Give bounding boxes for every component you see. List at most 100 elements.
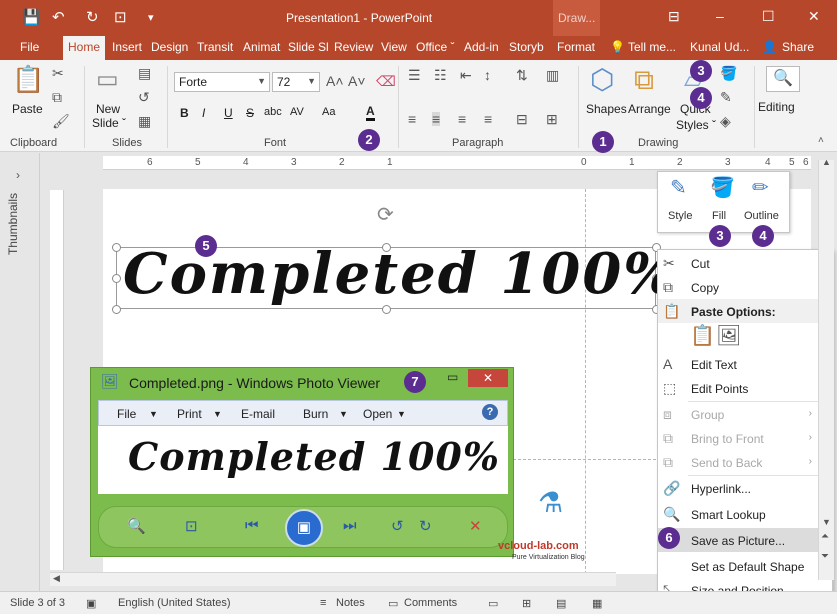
- paste-icon[interactable]: 📋: [12, 66, 44, 92]
- new-slide-label[interactable]: New: [96, 102, 120, 116]
- menu-send-to-back[interactable]: ⧉ Send to Back ›: [658, 450, 832, 474]
- slideshow-view-icon[interactable]: ▦: [592, 597, 602, 610]
- menu-save-as-picture[interactable]: Save as Picture...: [658, 528, 832, 552]
- case-button[interactable]: Aa: [322, 106, 335, 118]
- shape-fill-icon[interactable]: 🪣: [720, 66, 737, 80]
- pv-menu-file[interactable]: File: [117, 407, 136, 421]
- tab-view[interactable]: View: [381, 40, 407, 54]
- ribbon-display-button[interactable]: ⊟: [668, 8, 680, 25]
- rotate-left-icon[interactable]: ↺: [391, 517, 404, 535]
- italic-button[interactable]: I: [202, 106, 205, 120]
- previous-icon[interactable]: ⏮: [245, 517, 259, 534]
- menu-copy[interactable]: ⧉ Copy: [658, 275, 832, 299]
- menu-bring-to-front[interactable]: ⧉ Bring to Front ›: [658, 426, 832, 450]
- mini-style-button[interactable]: Style: [668, 210, 692, 222]
- delete-icon[interactable]: ✕: [469, 517, 482, 535]
- scroll-left-icon[interactable]: ◀: [53, 574, 60, 583]
- scroll-down-icon[interactable]: ▼: [822, 518, 831, 527]
- expand-thumbnails-icon[interactable]: ›: [16, 169, 20, 181]
- slideshow-icon[interactable]: ▣: [285, 509, 323, 547]
- font-name-combo[interactable]: Forte ▼: [174, 72, 270, 92]
- mini-fill-button[interactable]: Fill: [712, 210, 726, 222]
- copy-icon[interactable]: ⧉: [52, 90, 62, 104]
- bold-button[interactable]: B: [180, 106, 189, 120]
- paste-keep-text-icon[interactable]: 📋: [690, 326, 715, 346]
- pv-close-button[interactable]: ✕: [468, 369, 508, 387]
- decrease-indent-icon[interactable]: ⇤: [460, 68, 472, 82]
- thumbnails-label[interactable]: Thumbnails: [6, 193, 20, 255]
- clear-format-icon[interactable]: ⌫: [376, 74, 396, 88]
- spacing-button[interactable]: AV: [290, 106, 304, 118]
- reading-view-icon[interactable]: ▤: [556, 597, 566, 610]
- tab-design[interactable]: Design: [151, 40, 188, 54]
- quick-styles-dropdown[interactable]: Styles ˇ: [676, 118, 716, 132]
- menu-group[interactable]: ⧈ Group ›: [658, 402, 832, 426]
- align-text-icon[interactable]: ⊟: [516, 112, 528, 126]
- tab-file[interactable]: File: [20, 40, 39, 54]
- shapes-icon[interactable]: ⬡: [590, 66, 614, 94]
- collapse-ribbon-icon[interactable]: ˄: [818, 136, 824, 146]
- section-icon[interactable]: ▦: [138, 114, 151, 128]
- rotate-right-icon[interactable]: ↻: [419, 517, 432, 535]
- style-icon[interactable]: ✎: [670, 178, 687, 198]
- resize-handle[interactable]: [112, 305, 121, 314]
- reset-icon[interactable]: ↺: [138, 90, 150, 104]
- actual-size-icon[interactable]: ⊡: [185, 517, 198, 535]
- comments-button[interactable]: Comments: [404, 597, 457, 609]
- paste-button[interactable]: Paste: [12, 102, 43, 116]
- mini-outline-button[interactable]: Outline: [744, 210, 779, 222]
- strike-button[interactable]: S: [246, 106, 254, 120]
- tab-home[interactable]: Home: [63, 36, 106, 60]
- pv-menu-open[interactable]: Open: [363, 407, 392, 421]
- menu-hyperlink[interactable]: 🔗 Hyperlink...: [658, 476, 832, 500]
- menu-cut[interactable]: ✂ Cut: [658, 251, 832, 275]
- close-button[interactable]: ✕: [808, 8, 820, 25]
- redo-icon[interactable]: ↻: [86, 8, 99, 26]
- new-slide-dropdown[interactable]: Slide ˇ: [92, 116, 126, 130]
- new-slide-icon[interactable]: ▭: [96, 68, 119, 92]
- tab-animations[interactable]: Animat: [243, 40, 280, 54]
- tell-me-search[interactable]: Tell me...: [628, 40, 676, 54]
- justify-icon[interactable]: ≡: [484, 112, 492, 126]
- shape-outline-icon[interactable]: ✎: [720, 90, 732, 104]
- next-slide-icon[interactable]: ⏷: [821, 552, 829, 562]
- previous-slide-icon[interactable]: ⏶: [821, 532, 829, 542]
- tab-office[interactable]: Office ˇ: [416, 40, 454, 54]
- font-color-button[interactable]: A: [366, 104, 375, 121]
- line-spacing-icon[interactable]: ↕: [484, 68, 491, 82]
- slide-sorter-icon[interactable]: ⊞: [522, 597, 531, 610]
- vertical-scrollbar[interactable]: ▲ ▼ ⏶ ⏷: [818, 158, 834, 580]
- outline-icon[interactable]: ✏: [752, 178, 769, 198]
- pv-menu-burn[interactable]: Burn: [303, 407, 328, 421]
- shapes-button[interactable]: Shapes: [586, 102, 627, 116]
- spelling-icon[interactable]: ▣: [86, 597, 96, 610]
- paste-picture-icon[interactable]: 🖼: [716, 326, 741, 346]
- tab-review[interactable]: Review: [334, 40, 373, 54]
- cut-icon[interactable]: ✂: [52, 66, 64, 80]
- rotate-handle-icon[interactable]: ⟳: [377, 205, 394, 225]
- tab-storyboard[interactable]: Storyb: [509, 40, 544, 54]
- customize-qat-icon[interactable]: ▾: [148, 11, 154, 24]
- tab-slideshow[interactable]: Slide Sl: [288, 40, 329, 54]
- menu-edit-points[interactable]: ⬚ Edit Points: [658, 376, 832, 400]
- columns-icon[interactable]: ▥: [546, 68, 559, 82]
- present-icon[interactable]: ⊡: [114, 8, 127, 26]
- shrink-font-icon[interactable]: A˅: [348, 74, 366, 88]
- text-direction-icon[interactable]: ⇅: [516, 68, 528, 82]
- editing-button[interactable]: Editing: [758, 100, 795, 114]
- help-icon[interactable]: ?: [482, 404, 498, 420]
- tab-insert[interactable]: Insert: [112, 40, 142, 54]
- next-icon[interactable]: ⏭: [343, 517, 357, 534]
- language-indicator[interactable]: English (United States): [118, 597, 231, 609]
- numbering-icon[interactable]: ☷: [434, 68, 447, 82]
- pv-minimize-icon[interactable]: ▭: [447, 371, 458, 383]
- align-center-icon[interactable]: ≡: [432, 112, 441, 126]
- normal-view-icon[interactable]: ▭: [488, 597, 498, 610]
- tab-transitions[interactable]: Transit: [197, 40, 233, 54]
- pv-menu-print[interactable]: Print: [177, 407, 202, 421]
- notes-button[interactable]: Notes: [336, 597, 365, 609]
- resize-handle[interactable]: [112, 274, 121, 283]
- menu-smart-lookup[interactable]: 🔍 Smart Lookup: [658, 502, 832, 526]
- share-button[interactable]: Share: [782, 40, 814, 54]
- font-size-combo[interactable]: 72 ▼: [272, 72, 320, 92]
